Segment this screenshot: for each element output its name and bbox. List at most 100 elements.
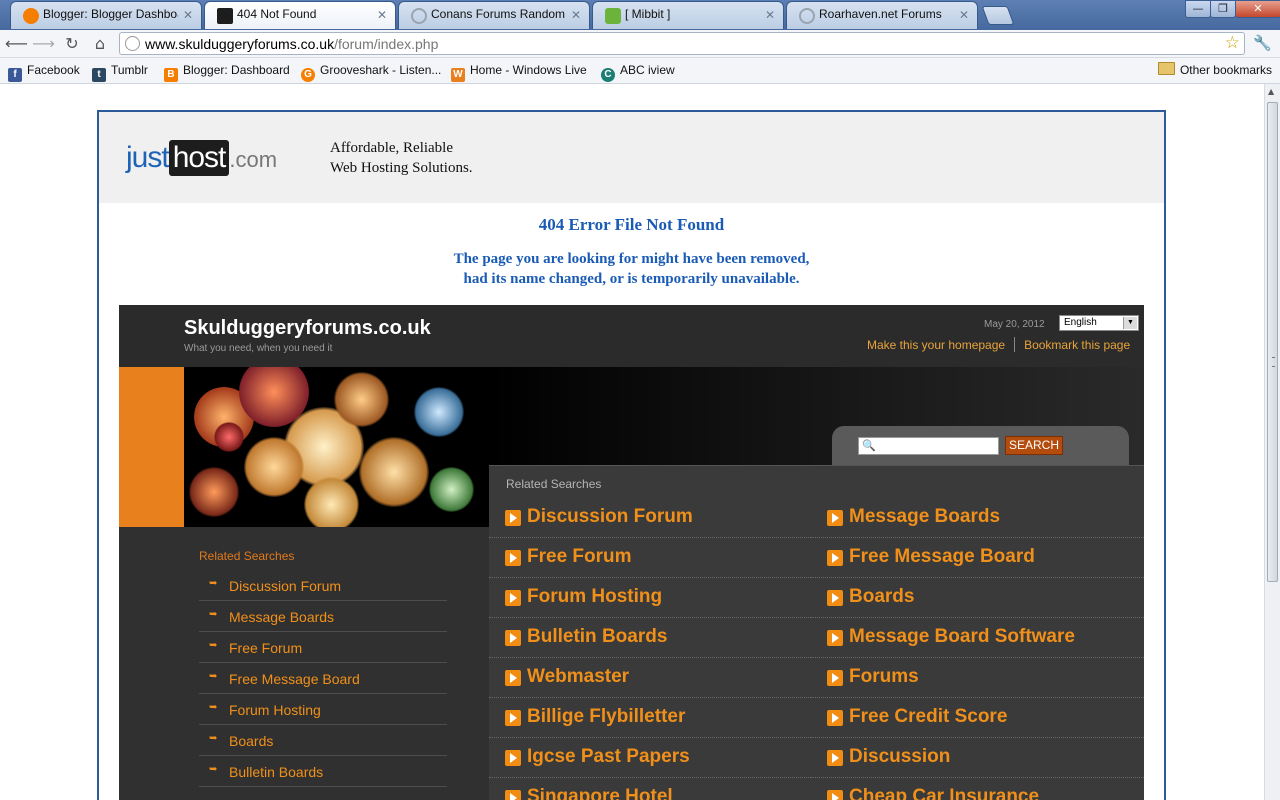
related-search-label: Bulletin Boards (527, 626, 668, 647)
related-search-link[interactable]: Forums (811, 658, 1144, 698)
bookmark-facebook[interactable]: f Facebook (8, 62, 80, 82)
related-search-link[interactable]: Boards (811, 578, 1144, 618)
related-search-link[interactable]: Forum Hosting (489, 578, 811, 618)
url-text[interactable]: www.skulduggeryforums.co.uk/forum/index.… (145, 36, 438, 52)
blogger-icon: B (164, 68, 178, 82)
back-icon[interactable]: ⟵ (5, 33, 28, 55)
hosting-frame: just host .com Affordable, Reliable Web Ho… (97, 110, 1166, 800)
arrow-icon: ➥ (209, 640, 218, 651)
bookmark-star-icon[interactable]: ☆ (1225, 33, 1240, 53)
parked-header: Skulduggeryforums.co.uk What you need, w… (119, 305, 1144, 367)
bookmark-abc-iview[interactable]: C ABC iview (601, 62, 675, 82)
address-bar[interactable]: www.skulduggeryforums.co.uk/forum/index.… (119, 32, 1245, 55)
tab-title: Blogger: Blogger Dashboard (43, 7, 178, 21)
scrollbar-thumb[interactable] (1267, 102, 1278, 582)
related-search-label: Singapore Hotel (527, 786, 673, 800)
sidebar-item[interactable]: ➥ Discussion Forum (199, 570, 447, 601)
sidebar-item[interactable]: ➥ Bulletin Boards (199, 756, 447, 787)
arrow-icon: ➥ (209, 733, 218, 744)
related-search-label: Discussion Forum (527, 506, 693, 527)
related-search-label: Cheap Car Insurance (849, 786, 1040, 800)
home-icon[interactable]: ⌂ (89, 33, 111, 55)
language-select[interactable]: English ▼ (1059, 315, 1139, 331)
reload-icon[interactable]: ↻ (61, 33, 83, 55)
related-search-link[interactable]: Free Forum (489, 538, 811, 578)
tab-close-icon[interactable]: ✕ (377, 8, 387, 22)
related-search-link[interactable]: Cheap Car Insurance (811, 778, 1144, 800)
related-search-label: Free Forum (527, 546, 632, 567)
sidebar-item-label: Bulletin Boards (229, 764, 324, 780)
related-search-link[interactable]: Free Message Board (811, 538, 1144, 578)
related-search-label: Billige Flybilletter (527, 706, 686, 727)
globe-icon (799, 8, 815, 24)
related-search-label: Forum Hosting (527, 586, 663, 607)
bookmark-grooveshark[interactable]: G Grooveshark - Listen... (301, 62, 441, 82)
url-path: /forum/index.php (334, 36, 439, 52)
bookmark-label: Tumblr (111, 63, 148, 77)
vertical-scrollbar[interactable]: ▲ (1264, 84, 1280, 800)
sidebar-item[interactable]: ➥ Message Boards (199, 601, 447, 632)
related-search-link[interactable]: Billige Flybilletter (489, 698, 811, 738)
site-title[interactable]: Skulduggeryforums.co.uk (184, 317, 431, 340)
arrow-bullet-icon (505, 510, 521, 526)
tab-404[interactable]: 404 Not Found ✕ (204, 1, 396, 29)
arrow-icon: ➥ (209, 609, 218, 620)
bookmark-label: Blogger: Dashboard (183, 63, 290, 77)
bookmark-page-link[interactable]: Bookmark this page (1024, 338, 1130, 352)
new-tab-button[interactable] (981, 6, 1015, 25)
sidebar-item[interactable]: ➥ Free Forum (199, 632, 447, 663)
tab-close-icon[interactable]: ✕ (765, 8, 775, 22)
related-search-link[interactable]: Igcse Past Papers (489, 738, 811, 778)
tab-roarhaven[interactable]: Roarhaven.net Forums ✕ (786, 1, 978, 29)
related-search-link[interactable]: Bulletin Boards (489, 618, 811, 658)
arrow-bullet-icon (827, 790, 843, 800)
arrow-bullet-icon (827, 550, 843, 566)
tab-title: Roarhaven.net Forums (819, 7, 942, 21)
related-search-link[interactable]: Singapore Hotel (489, 778, 811, 800)
sidebar-item[interactable]: ➥ Boards (199, 725, 447, 756)
arrow-icon: ➥ (209, 671, 218, 682)
logo-host: host (168, 140, 230, 176)
minimize-button[interactable]: — (1185, 0, 1211, 18)
tab-close-icon[interactable]: ✕ (183, 8, 193, 22)
related-search-link[interactable]: Message Board Software (811, 618, 1144, 658)
maximize-button[interactable]: ❐ (1210, 0, 1236, 18)
arrow-bullet-icon (505, 670, 521, 686)
make-homepage-link[interactable]: Make this your homepage (867, 338, 1005, 352)
related-search-label: Discussion (849, 746, 951, 767)
bookmark-blogger[interactable]: B Blogger: Dashboard (164, 62, 290, 82)
tab-conans[interactable]: Conans Forums Random M ✕ (398, 1, 590, 29)
other-bookmarks[interactable]: Other bookmarks (1157, 62, 1272, 77)
related-search-link[interactable]: Message Boards (811, 498, 1144, 538)
tab-mibbit[interactable]: [ Mibbit ] ✕ (592, 1, 784, 29)
forward-icon[interactable]: ⟶ (32, 33, 55, 55)
arrow-bullet-icon (505, 750, 521, 766)
scroll-up-icon[interactable]: ▲ (1268, 87, 1274, 96)
host-tagline: Affordable, Reliable Web Hosting Solutio… (330, 138, 473, 178)
error-message: The page you are looking for might have … (99, 249, 1164, 289)
search-button[interactable]: SEARCH (1005, 436, 1063, 455)
page-viewport: just host .com Affordable, Reliable Web Ho… (0, 84, 1264, 800)
tab-close-icon[interactable]: ✕ (571, 8, 581, 22)
tab-blogger[interactable]: Blogger: Blogger Dashboard ✕ (10, 1, 202, 29)
justhost-logo[interactable]: just host .com (126, 140, 277, 176)
sidebar-item[interactable]: ➥ Free Message Board (199, 663, 447, 694)
related-search-link[interactable]: Discussion (811, 738, 1144, 778)
related-search-link[interactable]: Discussion Forum (489, 498, 811, 538)
tagline-line-1: Affordable, Reliable (330, 140, 454, 156)
related-search-link[interactable]: Free Credit Score (811, 698, 1144, 738)
sidebar-item[interactable]: ➥ Forum Hosting (199, 694, 447, 725)
arrow-icon: ➥ (209, 578, 218, 589)
top-links: Make this your homepage Bookmark this pag… (867, 337, 1130, 352)
wrench-icon[interactable]: 🔧 (1253, 34, 1272, 52)
search-input[interactable]: 🔍 (858, 437, 999, 455)
close-window-button[interactable]: ✕ (1235, 0, 1280, 18)
related-search-label: Message Boards (849, 506, 1001, 527)
tab-close-icon[interactable]: ✕ (959, 8, 969, 22)
bookmark-tumblr[interactable]: t Tumblr (92, 62, 148, 82)
bookmark-label: Home - Windows Live (470, 63, 587, 77)
bookmark-windows-live[interactable]: W Home - Windows Live (451, 62, 587, 82)
related-search-link[interactable]: Webmaster (489, 658, 811, 698)
blogger-icon (23, 8, 39, 24)
other-bookmarks-label: Other bookmarks (1179, 63, 1272, 77)
